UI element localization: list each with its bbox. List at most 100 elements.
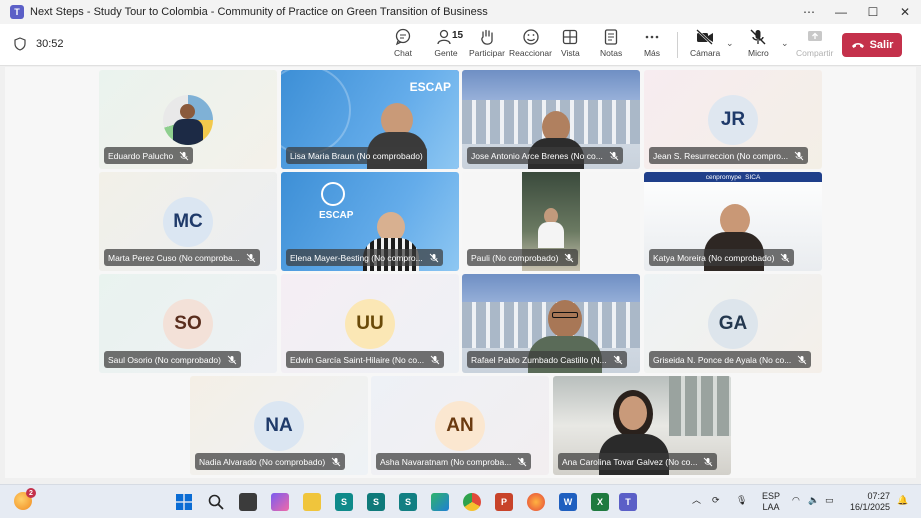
participant-name-tag: Nadia Alvarado (No comprobado) [195,453,346,470]
participant-tile[interactable]: GA Griseida N. Ponce de Ayala (No co... [644,274,822,373]
participant-name-tag: Ana Carolina Tovar Galvez (No co... [558,453,718,470]
person-face [619,396,647,430]
mic-muted-icon [565,253,574,262]
more-button[interactable]: Más [643,28,661,62]
more-label: Más [643,48,661,58]
initials-avatar: MC [163,197,213,247]
mic-options-chevron-icon[interactable]: ⌄ [781,38,789,49]
copilot-icon[interactable] [271,493,289,511]
weather-widget-icon[interactable]: 2 [14,488,36,510]
participant-tile[interactable]: SO Saul Osorio (No comprobado) [99,274,277,373]
view-button[interactable]: Vista [561,28,580,62]
volume-icon[interactable]: 🔈 [808,495,819,506]
participant-logo-avatar [163,95,213,145]
hand-icon [481,29,493,45]
participant-tile[interactable]: ESCAP Elena Mayer-Besting (No compro... [281,172,459,271]
mic-muted-icon [704,457,713,466]
participant-name-tag: Asha Navaratnam (No comproba... [376,453,532,470]
initials-avatar: SO [163,299,213,349]
word-icon[interactable]: W [559,493,577,511]
participant-tile[interactable]: MC Marta Perez Cuso (No comproba... [99,172,277,271]
camera-options-chevron-icon[interactable]: ⌄ [726,38,734,49]
participant-tile[interactable]: ESCAP Lisa Maria Braun (No comprobado) [281,70,459,169]
mic-muted-icon [609,151,619,160]
edge-browser-icon[interactable] [431,493,449,511]
search-button[interactable] [207,493,225,511]
raise-hand-label: Participar [469,48,505,58]
cenpromype-banner: cenpromype SICA [644,172,822,182]
grid-view-icon [563,29,578,45]
participant-tile[interactable]: UU Edwin García Saint-Hilaire (No co... [281,274,459,373]
participant-tile[interactable]: Pauli (No comprobado) [462,172,640,271]
show-hidden-icons-chevron-icon[interactable]: ︿ [692,495,701,506]
un-emblem-icon [321,182,345,206]
initials-avatar: JR [708,95,758,145]
sharepoint-icon-2[interactable]: S [367,493,385,511]
person-glasses [552,312,578,318]
share-button[interactable]: Compartir [796,28,833,62]
raise-hand-button[interactable]: Participar [469,28,505,62]
battery-icon[interactable]: ▭ [825,495,834,506]
maximize-button[interactable]: ☐ [857,0,889,24]
participant-name-tag: Rafael Pablo Zumbado Castillo (N... [467,351,627,368]
search-icon [208,494,224,510]
initials-avatar: AN [435,401,485,451]
camera-button[interactable]: Cámara [690,28,720,62]
clock[interactable]: 07:27 16/1/2025 [850,491,890,513]
person-body [538,222,564,248]
notifications-bell-icon[interactable]: 🔔 [897,495,908,506]
participant-tile[interactable]: JR Jean S. Resurreccion (No compro... [644,70,822,169]
file-explorer-icon[interactable] [303,493,321,511]
mic-button[interactable]: Micro [748,28,769,62]
task-view-icon[interactable] [239,493,257,511]
firefox-icon[interactable] [527,493,545,511]
people-label: Gente [434,48,458,58]
minimize-button[interactable]: — [825,0,857,24]
initials-avatar: GA [708,299,758,349]
powerpoint-icon[interactable]: P [495,493,513,511]
participant-tile[interactable]: Jose Antonio Arce Brenes (No co... [462,70,640,169]
participant-name-tag: Pauli (No comprobado) [467,249,579,266]
more-options-icon[interactable]: ⋯ [793,0,825,24]
chrome-browser-icon[interactable] [463,493,481,511]
participant-tile[interactable]: Eduardo Palucho [99,70,277,169]
more-icon [645,35,659,39]
start-button[interactable] [175,493,193,511]
participant-name-tag: Marta Perez Cuso (No comproba... [104,249,260,266]
participant-name-tag: Jean S. Resurreccion (No compro... [649,147,809,164]
participant-tile[interactable]: NA Nadia Alvarado (No comprobado) [190,376,368,475]
camera-label: Cámara [690,48,721,58]
sharepoint-icon[interactable]: S [335,493,353,511]
participant-tile[interactable]: Ana Carolina Tovar Galvez (No co... [553,376,731,475]
react-button[interactable]: Reaccionar [509,28,552,62]
smile-icon [522,29,539,45]
close-window-button[interactable]: ✕ [889,0,921,24]
mic-muted-icon [794,151,804,160]
mic-muted-icon [246,253,256,262]
chat-button[interactable]: Chat [394,28,412,62]
notes-icon [604,29,618,45]
teams-taskbar-icon[interactable]: T [619,493,637,511]
excel-icon[interactable]: X [591,493,609,511]
participant-tile[interactable]: cenpromype SICA Katya Moreira (No compro… [644,172,822,271]
people-button[interactable]: 15 Gente [432,28,463,62]
react-label: Reaccionar [509,48,552,58]
wifi-icon[interactable]: ◠ [792,495,800,506]
leave-button[interactable]: Salir [842,33,902,57]
sync-icon[interactable]: ⟳ [712,495,720,506]
participant-name-tag: Edwin García Saint-Hilaire (No co... [286,351,445,368]
participant-tile[interactable]: Rafael Pablo Zumbado Castillo (N... [462,274,640,373]
mic-muted-icon [797,355,807,364]
hang-up-icon [851,43,864,48]
mic-muted-icon [227,355,237,364]
window-title: Next Steps - Study Tour to Colombia - Co… [30,6,488,18]
participant-name-tag: Eduardo Palucho [104,147,194,164]
sharepoint-icon-3[interactable]: S [399,493,417,511]
leave-label: Salir [869,39,894,51]
mic-muted-tray-icon[interactable]: 🎙 [736,495,747,506]
participant-tile[interactable]: AN Asha Navaratnam (No comproba... [371,376,549,475]
notes-button[interactable]: Notas [600,28,622,62]
language-indicator[interactable]: ESP LAA [762,491,780,513]
mic-muted-icon [518,457,527,466]
camera-off-icon [696,29,714,45]
